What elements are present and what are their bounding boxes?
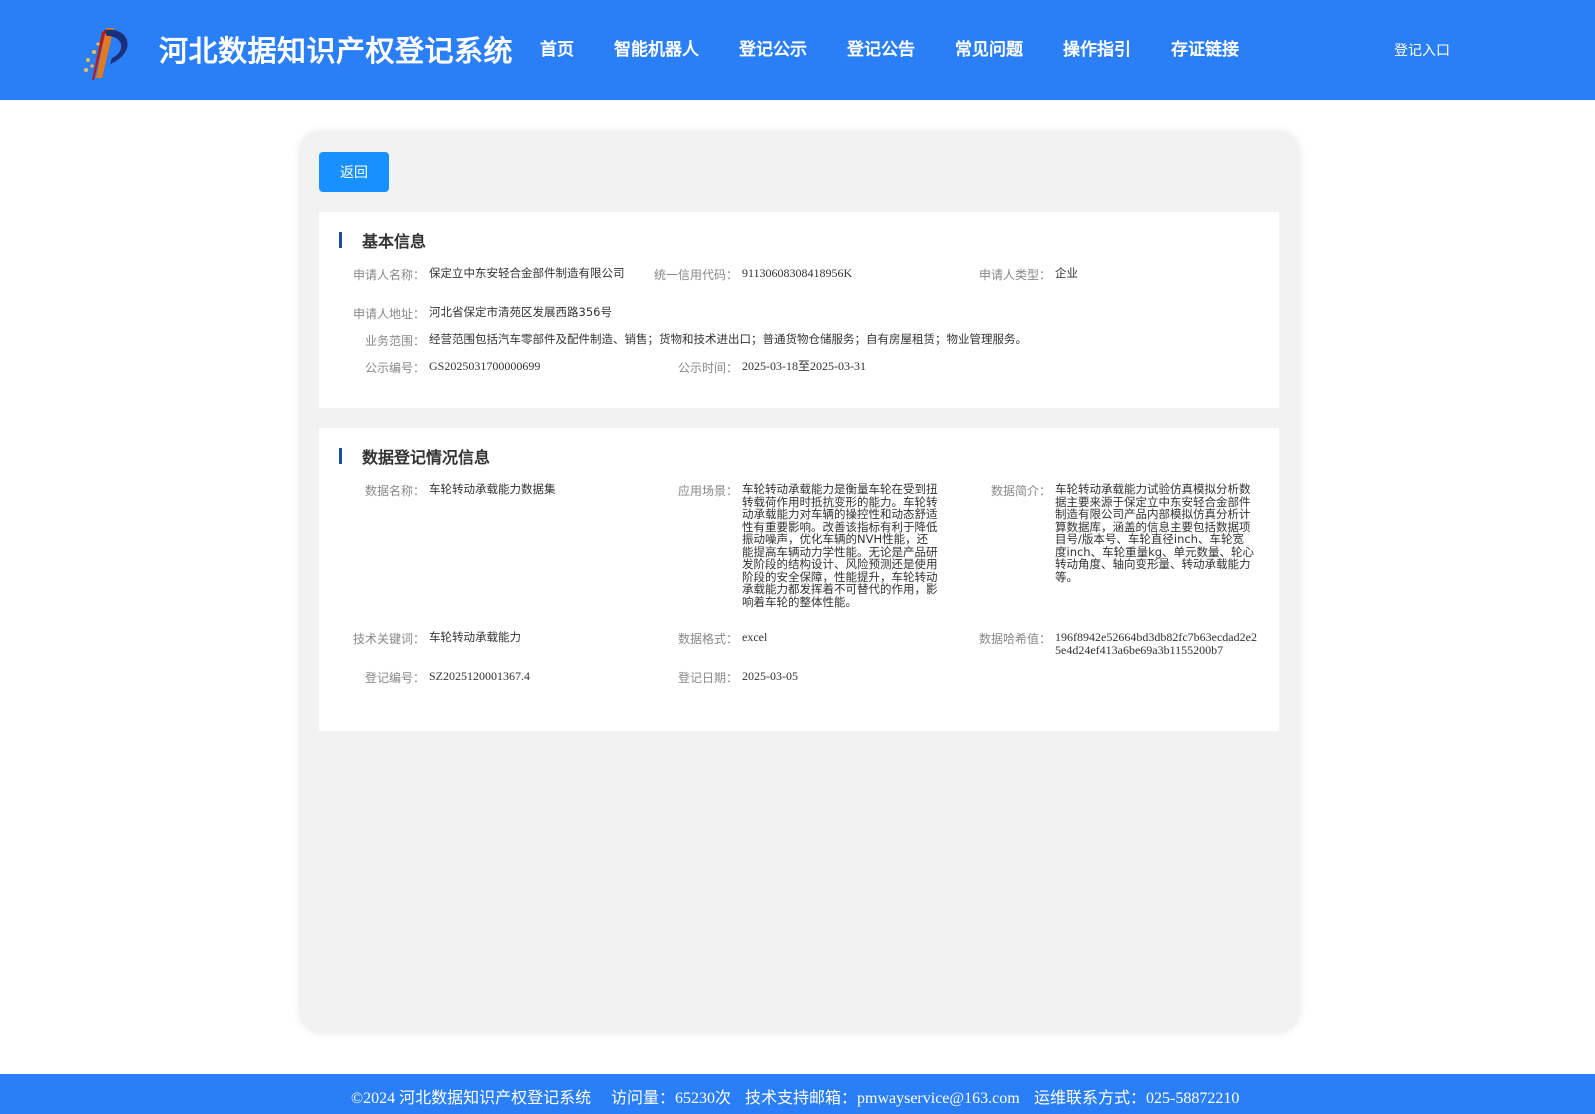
keywords-label: 技术关键词：: [352, 632, 425, 646]
top-header: 河北数据知识产权登记系统 首页 智能机器人 登记公示 登记公告 常见问题 操作指…: [0, 0, 1595, 100]
nav-guide[interactable]: 操作指引: [1063, 35, 1131, 60]
hash-value: 196f8942e52664bd3db82fc7b63ecdad2e25e4d2…: [1055, 630, 1257, 657]
scenario-value: 车轮转动承载能力是衡量车轮在受到扭转载荷作用时抵抗变形的能力。车轮转动承载能力对…: [742, 482, 938, 609]
applicant-address-value: 河北省保定市清苑区发展西路356号: [429, 305, 612, 319]
data-registration-title: 数据登记情况信息: [362, 448, 491, 467]
applicant-address-label: 申请人地址：: [352, 307, 425, 321]
reg-number-value: SZ2025120001367.4: [429, 669, 531, 683]
heading-accent-bar: [339, 448, 342, 464]
footer-support-email: 技术支持邮箱：pmwayservice@163.com: [745, 1090, 1020, 1107]
scenario-label: 应用场景：: [677, 484, 738, 498]
applicant-name-label: 申请人名称：: [352, 268, 425, 282]
format-label: 数据格式：: [677, 632, 738, 646]
site-title: 河北数据知识产权登记系统: [159, 34, 514, 68]
summary-label: 数据简介：: [990, 484, 1051, 498]
back-button[interactable]: 返回: [319, 152, 389, 192]
business-scope-label: 业务范围：: [364, 334, 425, 348]
applicant-name-value: 保定立中东安轻合金部件制造有限公司: [429, 266, 625, 280]
nav-robot[interactable]: 智能机器人: [614, 35, 699, 60]
data-name-label: 数据名称：: [364, 484, 425, 498]
footer-copyright: ©2024 河北数据知识产权登记系统: [351, 1090, 592, 1107]
nav-evidence-link[interactable]: 存证链接: [1171, 35, 1239, 60]
footer-visit-count: 访问量：65230次: [611, 1090, 732, 1107]
site-footer: ©2024 河北数据知识产权登记系统 访问量：65230次 技术支持邮箱：pmw…: [0, 1074, 1595, 1114]
credit-code-value: 91130608308418956K: [742, 266, 853, 280]
format-value: excel: [742, 630, 768, 644]
data-registration-heading: 数据登记情况信息: [339, 446, 491, 467]
hash-label: 数据哈希值：: [978, 632, 1051, 646]
basic-info-panel: 基本信息 申请人名称： 保定立中东安轻合金部件制造有限公司 统一信用代码： 91…: [319, 212, 1279, 408]
nav-faq[interactable]: 常见问题: [955, 35, 1023, 60]
detail-card: 返回 基本信息 申请人名称： 保定立中东安轻合金部件制造有限公司 统一信用代码：…: [299, 131, 1300, 1033]
basic-info-title: 基本信息: [362, 232, 427, 251]
nav-registration-publicity[interactable]: 登记公示: [739, 35, 807, 60]
data-registration-panel: 数据登记情况信息 数据名称： 车轮转动承载能力数据集 应用场景： 车轮转动承载能…: [319, 428, 1279, 731]
credit-code-label: 统一信用代码：: [653, 268, 738, 282]
notice-number-label: 公示编号：: [364, 361, 425, 375]
nav-registration-announcement[interactable]: 登记公告: [847, 35, 915, 60]
heading-accent-bar: [339, 232, 342, 248]
applicant-type-label: 申请人类型：: [978, 268, 1051, 282]
notice-period-label: 公示时间：: [677, 361, 738, 375]
keywords-value: 车轮转动承载能力: [429, 630, 521, 644]
system-logo[interactable]: [80, 22, 136, 82]
nav-home[interactable]: 首页: [540, 35, 574, 60]
reg-date-value: 2025-03-05: [742, 669, 798, 683]
footer-ops-contact: 运维联系方式：025-58872210: [1034, 1090, 1240, 1107]
notice-number-value: GS2025031700000699: [429, 359, 541, 373]
applicant-type-value: 企业: [1055, 266, 1078, 280]
notice-period-value: 2025-03-18至2025-03-31: [742, 359, 866, 373]
reg-date-label: 登记日期：: [677, 671, 738, 685]
reg-number-label: 登记编号：: [364, 671, 425, 685]
summary-value: 车轮转动承载能力试验仿真模拟分析数据主要来源于保定立中东安轻合金部件制造有限公司…: [1055, 482, 1255, 584]
basic-info-heading: 基本信息: [339, 230, 427, 251]
login-entry-link[interactable]: 登记入口: [1394, 40, 1450, 60]
data-name-value: 车轮转动承载能力数据集: [429, 482, 556, 496]
business-scope-value: 经营范围包括汽车零部件及配件制造、销售；货物和技术进出口；普通货物仓储服务；自有…: [429, 332, 1027, 346]
